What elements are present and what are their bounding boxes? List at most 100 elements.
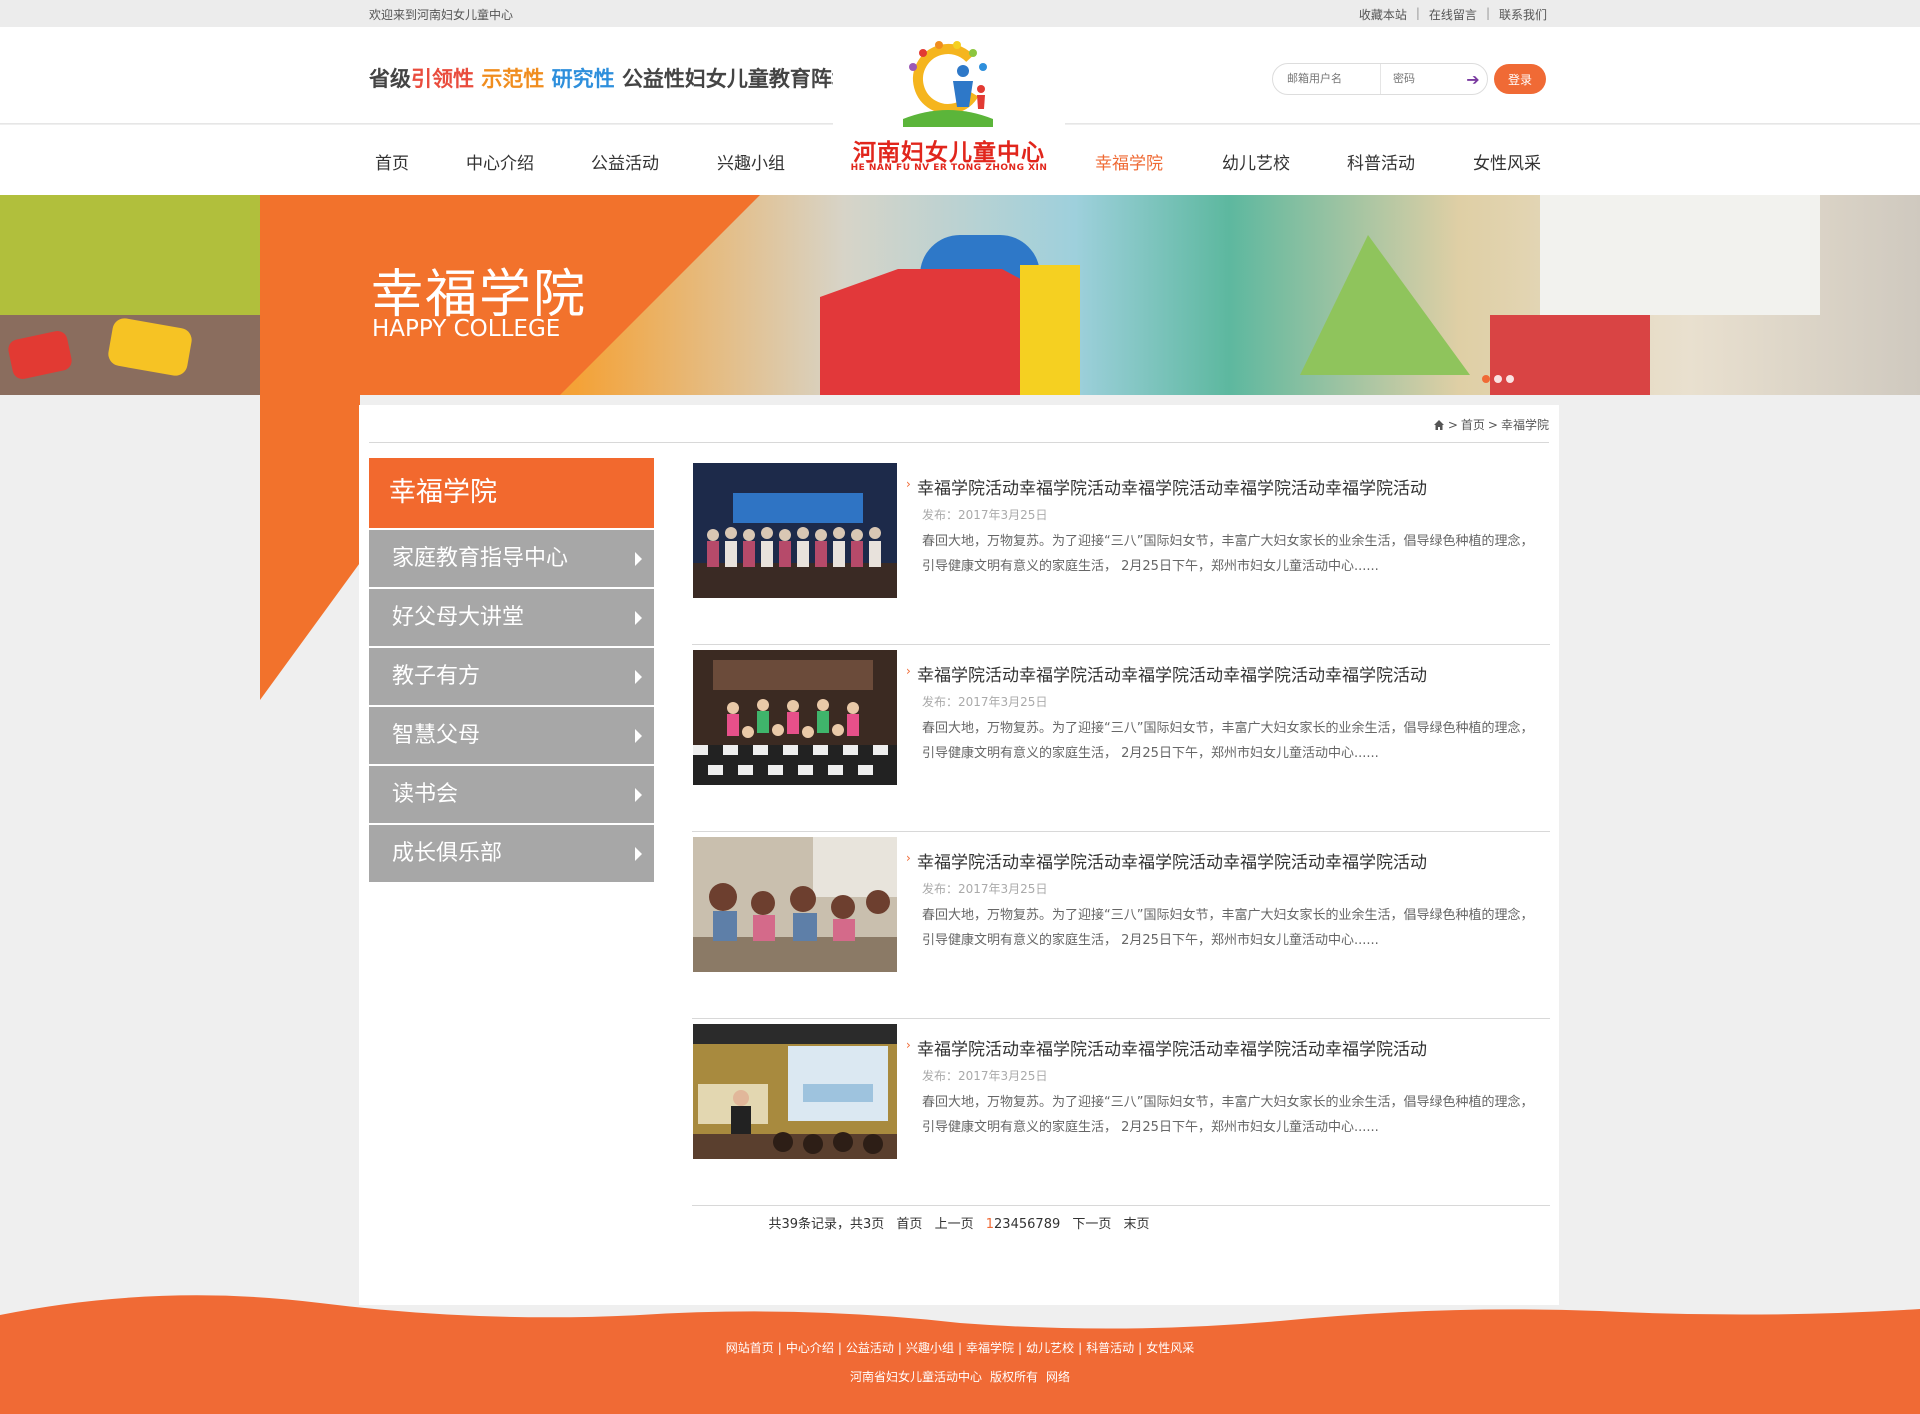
slogan-part: 公益性妇女儿童教育阵地 [621,67,853,91]
nav-item-college[interactable]: 幸福学院 [1095,149,1163,174]
footer-link[interactable]: 科普活动 [1086,1341,1134,1355]
nav-item-about[interactable]: 中心介绍 [466,149,534,174]
article-summary: 春回大地，万物复苏。为了迎接“三八”国际妇女节，丰富广大妇女家长的业余生活，倡导… [922,1095,1534,1135]
page-link[interactable]: 7 [1035,1217,1043,1232]
article-title[interactable]: 幸福学院活动幸福学院活动幸福学院活动幸福学院活动幸福学院活动 [917,474,1427,499]
footer-link[interactable]: 兴趣小组 [906,1341,954,1355]
copyright-rights: 版权所有 [989,1370,1038,1384]
divider: | [1485,6,1490,20]
article-date: 发布：2017年3月25日 [922,508,1048,522]
main-content: > 首页 > 幸福学院 幸福学院 家庭教育指导中心 好父母大讲堂 教子有方 智慧… [359,405,1559,1305]
copyright-network: 网络 [1046,1370,1071,1384]
article-title[interactable]: 幸福学院活动幸福学院活动幸福学院活动幸福学院活动幸福学院活动 [917,661,1427,686]
nav-item-charity[interactable]: 公益活动 [591,149,659,174]
article-thumbnail[interactable] [693,650,897,785]
breadcrumb-home[interactable]: 首页 [1461,416,1485,433]
divider: | [897,1341,902,1355]
banner-bg [1300,235,1470,375]
sidebar-item[interactable]: 家庭教育指导中心 [369,529,654,587]
slide-dot[interactable] [1506,375,1514,383]
password-input[interactable] [1381,64,1459,94]
nav-item-interest[interactable]: 兴趣小组 [717,149,785,174]
bookmark-link[interactable]: 收藏本站 [1359,6,1407,23]
nav-item-women[interactable]: 女性风采 [1473,149,1541,174]
nav-item-science[interactable]: 科普活动 [1347,149,1415,174]
banner-subtitle: HAPPY COLLEGE [372,316,561,342]
article-date: 发布：2017年3月25日 [922,882,1048,896]
sidebar-item[interactable]: 好父母大讲堂 [369,588,654,646]
sidebar-item[interactable]: 读书会 [369,765,654,823]
article-title[interactable]: 幸福学院活动幸福学院活动幸福学院活动幸福学院活动幸福学院活动 [917,848,1427,873]
article-item: › 幸福学院活动幸福学院活动幸福学院活动幸福学院活动幸福学院活动 发布：2017… [692,832,1550,1019]
page-link[interactable]: 3 [1002,1217,1010,1232]
sidebar-item-label: 教子有方 [392,664,481,689]
footer-copyright: 河南省妇女儿童活动中心 版权所有 网络 [0,1368,1920,1385]
bullet-icon: › [906,477,911,491]
first-page-link[interactable]: 首页 [896,1217,922,1232]
divider: | [777,1341,782,1355]
page-link[interactable]: 1 [986,1217,994,1232]
nav-item-home[interactable]: 首页 [375,149,409,174]
banner-dots [1482,375,1514,383]
page-link[interactable]: 9 [1052,1217,1060,1232]
banner-bg [1540,195,1820,315]
bullet-icon: › [906,1038,911,1052]
page-link[interactable]: 5 [1019,1217,1027,1232]
prev-page-link[interactable]: 上一页 [935,1217,974,1232]
next-page-link[interactable]: 下一页 [1072,1217,1111,1232]
divider: | [1138,1341,1143,1355]
last-page-link[interactable]: 末页 [1124,1217,1150,1232]
article-summary: 春回大地，万物复苏。为了迎接“三八”国际妇女节，丰富广大妇女家长的业余生活，倡导… [922,908,1534,948]
banner-bg [1490,315,1650,395]
arrow-right-icon[interactable]: ➔ [1459,64,1487,94]
breadcrumb-current: 幸福学院 [1500,418,1549,432]
footer-link[interactable]: 幼儿艺校 [1026,1341,1074,1355]
sidebar-item-label: 家庭教育指导中心 [392,546,569,571]
page-link[interactable]: 8 [1044,1217,1052,1232]
footer-link[interactable]: 网站首页 [726,1341,774,1355]
caret-right-icon [635,552,642,566]
pagination-summary: 共39条记录，共3页 [768,1217,885,1232]
page-link[interactable]: 4 [1011,1217,1019,1232]
sidebar-title: 幸福学院 [369,458,654,528]
username-input[interactable] [1273,64,1381,94]
sidebar-item[interactable]: 智慧父母 [369,706,654,764]
footer-link[interactable]: 中心介绍 [786,1341,834,1355]
caret-right-icon [635,611,642,625]
login-button[interactable]: 登录 [1494,64,1546,94]
footer-link[interactable]: 女性风采 [1146,1341,1194,1355]
footer-links: 网站首页 | 中心介绍 | 公益活动 | 兴趣小组 | 幸福学院 | 幼儿艺校 | 科普活动 | 女性风采 [0,1339,1920,1356]
slogan-part: 引领性 [411,67,474,91]
top-links: 收藏本站 | 在线留言 | 联系我们 [1359,6,1547,23]
banner: 幸福学院 HAPPY COLLEGE [0,195,1920,395]
top-bar: 欢迎来到河南妇女儿童中心 收藏本站 | 在线留言 | 联系我们 [0,0,1920,27]
article-title[interactable]: 幸福学院活动幸福学院活动幸福学院活动幸福学院活动幸福学院活动 [917,1035,1427,1060]
caret-right-icon [635,729,642,743]
article-item: › 幸福学院活动幸福学院活动幸福学院活动幸福学院活动幸福学院活动 发布：2017… [692,458,1550,645]
article-thumbnail[interactable] [693,463,897,598]
divider: | [1415,6,1420,20]
article-thumbnail[interactable] [693,1024,897,1159]
slogan-part: 示范性 [481,67,545,91]
message-link[interactable]: 在线留言 [1429,6,1477,23]
sidebar-item[interactable]: 教子有方 [369,647,654,705]
caret-right-icon [635,670,642,684]
footer-link[interactable]: 公益活动 [846,1341,894,1355]
banner-bg [1020,265,1080,395]
footer-link[interactable]: 幸福学院 [966,1341,1014,1355]
slogan-part: 省级 [369,67,411,91]
decoration-shape [260,395,360,700]
divider: | [837,1341,842,1355]
breadcrumb-sep: > [1447,417,1458,432]
logo[interactable]: 河南妇女儿童中心 HE NAN FU NV ER TONG ZHONG XIN [833,27,1065,187]
breadcrumb-sep: > [1487,417,1498,432]
contact-link[interactable]: 联系我们 [1499,6,1547,23]
slide-dot[interactable] [1494,375,1502,383]
article-summary: 春回大地，万物复苏。为了迎接“三八”国际妇女节，丰富广大妇女家长的业余生活，倡导… [922,721,1534,761]
article-thumbnail[interactable] [693,837,897,972]
nav-item-art[interactable]: 幼儿艺校 [1222,149,1290,174]
bullet-icon: › [906,851,911,865]
bullet-icon: › [906,664,911,678]
sidebar-item[interactable]: 成长俱乐部 [369,824,654,882]
slide-dot[interactable] [1482,375,1490,383]
